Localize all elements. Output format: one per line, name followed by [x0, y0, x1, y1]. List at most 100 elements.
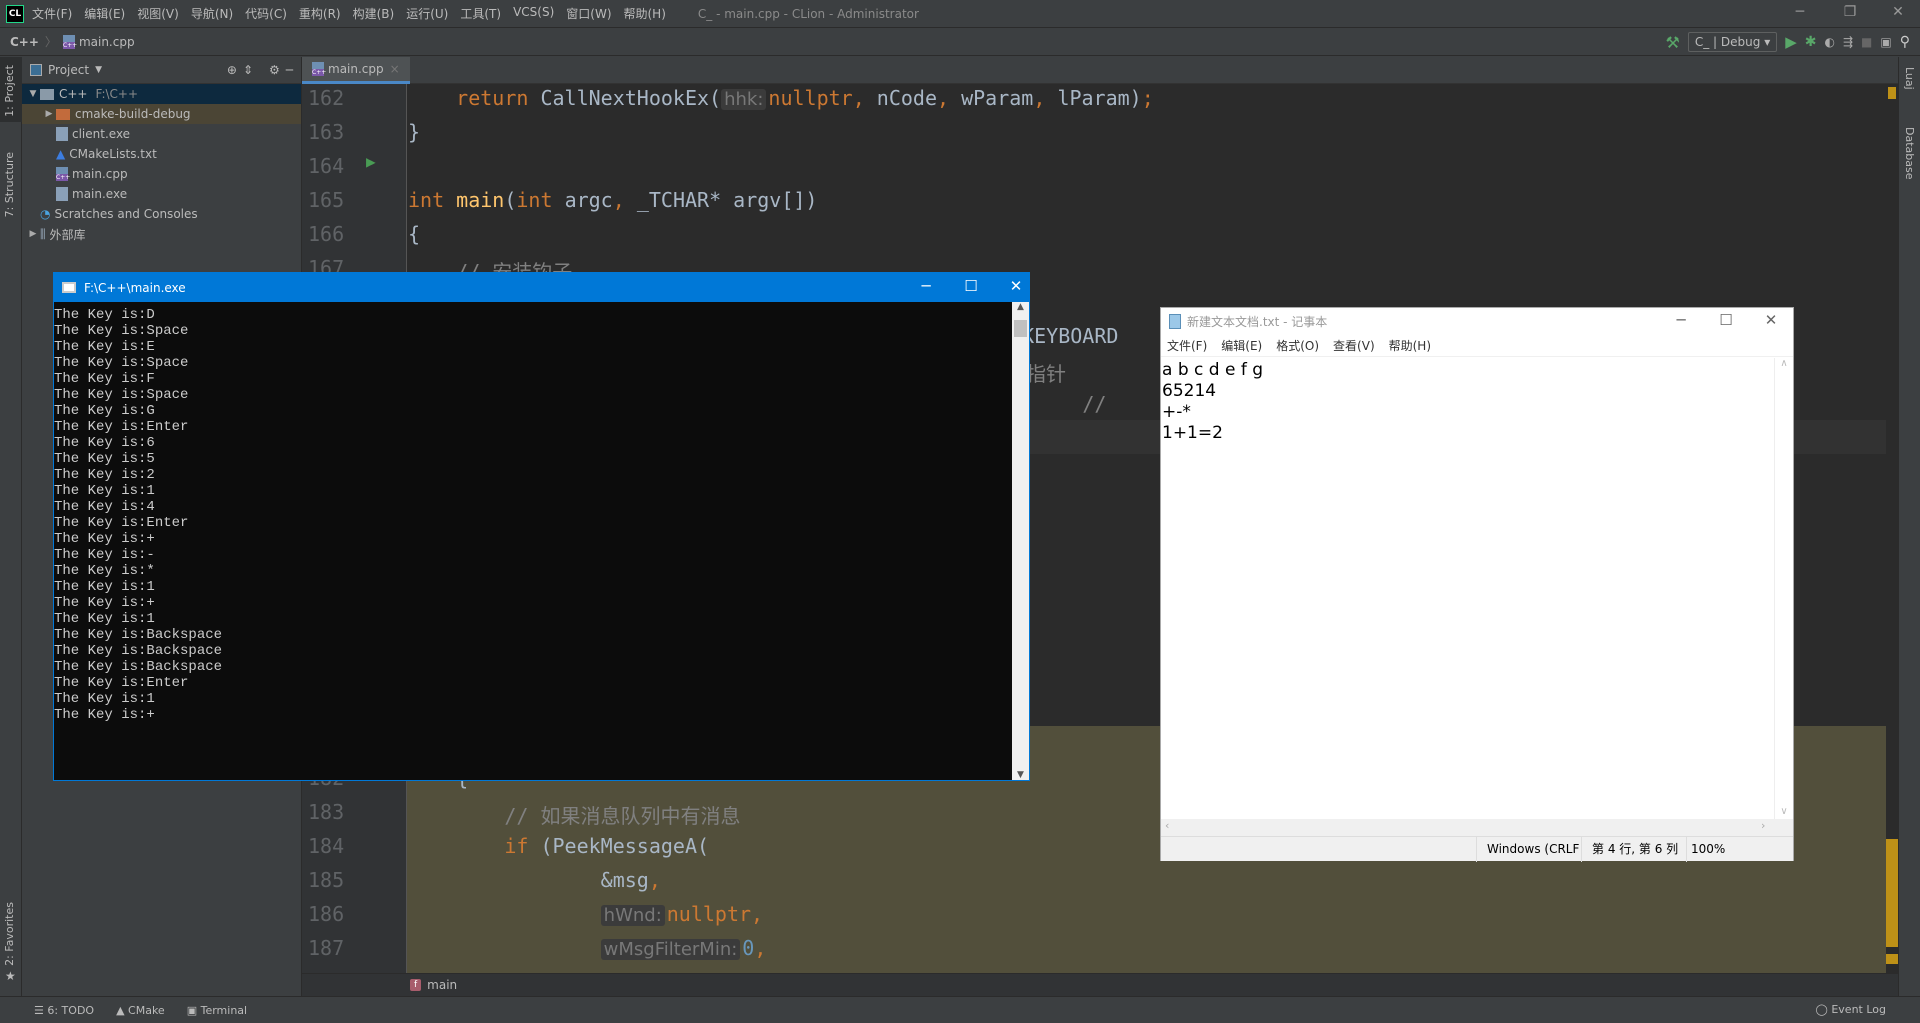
tab-main-cpp[interactable]: main.cpp ×	[302, 57, 410, 84]
console-maximize-button[interactable]: ☐	[951, 277, 991, 295]
code-token: ,	[1022, 392, 1083, 416]
function-name[interactable]: main	[427, 978, 457, 992]
profile-icon[interactable]: ⇶	[1843, 35, 1853, 49]
line-number: 164	[308, 154, 345, 178]
collapse-icon[interactable]: ⇕	[243, 63, 253, 77]
locate-icon[interactable]: ⊕	[227, 63, 237, 77]
gear-icon[interactable]: ⚙	[269, 63, 280, 77]
breadcrumb-separator: 〉	[44, 35, 57, 49]
scroll-up-icon[interactable]: ∧	[1775, 358, 1793, 369]
layout-icon[interactable]: ▣	[1880, 35, 1891, 49]
tree-item[interactable]: ▲ CMakeLists.txt	[22, 144, 301, 164]
console-line: The Key is:D	[54, 307, 155, 323]
stop-icon[interactable]: ■	[1861, 35, 1872, 49]
menu-item[interactable]: 重构(R)	[299, 5, 341, 22]
tree-item[interactable]: ▼ C++ F:\C++	[22, 84, 301, 104]
code-token: return	[456, 86, 541, 110]
console-title-bar[interactable]: F:\C++\main.exe	[54, 273, 1029, 302]
notepad-horizontal-scrollbar[interactable]: ‹ ›	[1161, 819, 1793, 836]
breadcrumb-project[interactable]: C++	[10, 35, 39, 49]
tree-item[interactable]: main.exe	[22, 184, 301, 204]
tab-luaj[interactable]: Luaj	[1903, 67, 1916, 90]
coverage-icon[interactable]: ◐	[1825, 35, 1835, 49]
tree-item[interactable]: ▶ ⫼ 外部库	[22, 224, 301, 244]
menu-item[interactable]: 文件(F)	[32, 5, 72, 22]
function-breadcrumb[interactable]: f main	[302, 973, 1898, 996]
code-token: int	[516, 188, 565, 212]
left-tool-strip: 1: Project 7: Structure 2: Favorites ★	[0, 57, 22, 996]
scroll-right-icon[interactable]: ›	[1761, 819, 1765, 832]
terminal-label: Terminal	[200, 1003, 248, 1017]
console-scrollbar[interactable]: ▲ ▼	[1012, 302, 1029, 780]
navigation-bar: C++ 〉 main.cpp	[0, 28, 1920, 56]
notepad-close-button[interactable]: ✕	[1749, 311, 1793, 329]
chevron-down-icon[interactable]: ▼	[26, 89, 40, 99]
console-line: The Key is:*	[54, 563, 155, 579]
notepad-minimize-button[interactable]: ─	[1659, 311, 1703, 329]
notepad-menu-item[interactable]: 帮助(H)	[1389, 337, 1431, 354]
menu-item[interactable]: 运行(U)	[406, 5, 448, 22]
tab-structure[interactable]: 7: Structure	[3, 152, 16, 217]
menu-item[interactable]: VCS(S)	[513, 5, 554, 22]
menu-item[interactable]: 视图(V)	[137, 5, 179, 22]
tree-item-label: 外部库	[49, 227, 86, 242]
menu-item[interactable]: 导航(N)	[191, 5, 233, 22]
scroll-down-icon[interactable]: ▼	[1012, 770, 1029, 780]
close-tab-icon[interactable]: ×	[390, 62, 400, 76]
tree-item[interactable]: client.exe	[22, 124, 301, 144]
notepad-menu-item[interactable]: 查看(V)	[1333, 337, 1375, 354]
run-icon[interactable]: ▶	[1785, 33, 1797, 51]
notepad-maximize-button[interactable]: ☐	[1704, 311, 1748, 329]
chevron-down-icon[interactable]: ▼	[95, 65, 102, 75]
console-minimize-button[interactable]: ─	[906, 277, 946, 295]
notepad-text-area[interactable]: a b c d e f g 65214 +-* 1+1=2	[1161, 358, 1774, 819]
notepad-menu-item[interactable]: 格式(O)	[1276, 337, 1319, 354]
scroll-down-icon[interactable]: ∨	[1775, 806, 1793, 817]
line-number: 166	[308, 222, 345, 246]
notepad-menu-item[interactable]: 文件(F)	[1167, 337, 1207, 354]
notepad-vertical-scrollbar[interactable]: ∧ ∨	[1774, 358, 1793, 819]
breadcrumb-file[interactable]: main.cpp	[79, 35, 135, 49]
run-config-select[interactable]: C_ | Debug ▾	[1687, 32, 1778, 52]
menu-item[interactable]: 窗口(W)	[566, 5, 611, 22]
chevron-right-icon[interactable]: ▶	[26, 229, 40, 239]
event-log-button[interactable]: ◯ Event Log	[1816, 1003, 1886, 1016]
code-token: ,	[754, 936, 767, 960]
menu-item[interactable]: 编辑(E)	[84, 5, 125, 22]
build-hammer-icon[interactable]: ⚒	[1666, 33, 1680, 52]
tab-cmake[interactable]: ▲ CMake	[116, 1004, 165, 1017]
tab-terminal[interactable]: ▣ Terminal	[187, 1004, 247, 1017]
tab-todo[interactable]: ☰ 6: TODO	[34, 1004, 94, 1017]
menu-item[interactable]: 构建(B)	[353, 5, 395, 22]
menu-item[interactable]: 工具(T)	[460, 5, 501, 22]
tree-item[interactable]: ◔ Scratches and Consoles	[22, 204, 301, 224]
line-number: 183	[308, 800, 345, 824]
console-close-button[interactable]: ✕	[996, 277, 1036, 295]
notepad-menu-item[interactable]: 编辑(E)	[1221, 337, 1262, 354]
restore-button[interactable]: ❐	[1830, 4, 1870, 20]
menu-item[interactable]: 帮助(H)	[624, 5, 666, 22]
chevron-right-icon[interactable]: ▶	[42, 109, 56, 119]
debug-bug-icon[interactable]: ✱	[1805, 34, 1817, 50]
search-icon[interactable]: ⚲	[1900, 34, 1910, 50]
scroll-up-icon[interactable]: ▲	[1012, 302, 1029, 312]
tab-database[interactable]: Database	[1903, 127, 1916, 180]
hide-icon[interactable]: ─	[286, 63, 293, 77]
project-view-select[interactable]: Project	[48, 63, 89, 77]
tab-favorites[interactable]: 2: Favorites	[3, 902, 16, 966]
menu-item[interactable]: 代码(C)	[245, 5, 287, 22]
console-line: The Key is:2	[54, 467, 155, 483]
scroll-thumb[interactable]	[1014, 320, 1027, 337]
minimize-button[interactable]: ─	[1780, 4, 1820, 20]
tab-project[interactable]: 1: Project	[3, 65, 16, 117]
console-line: The Key is:E	[54, 339, 155, 355]
run-gutter-icon[interactable]: ▶	[366, 152, 376, 171]
tree-item[interactable]: ▶ cmake-build-debug	[22, 104, 301, 124]
todo-label: 6: TODO	[47, 1003, 95, 1017]
code-token: _TCHAR* argv[])	[636, 188, 818, 212]
scroll-left-icon[interactable]: ‹	[1165, 819, 1169, 832]
toolbar: ⚒ C_ | Debug ▾ ▶ ✱ ◐ ⇶ ■ ▣ ⚲	[1666, 31, 1910, 53]
close-button[interactable]: ✕	[1878, 4, 1918, 20]
tree-item[interactable]: main.cpp	[22, 164, 301, 184]
